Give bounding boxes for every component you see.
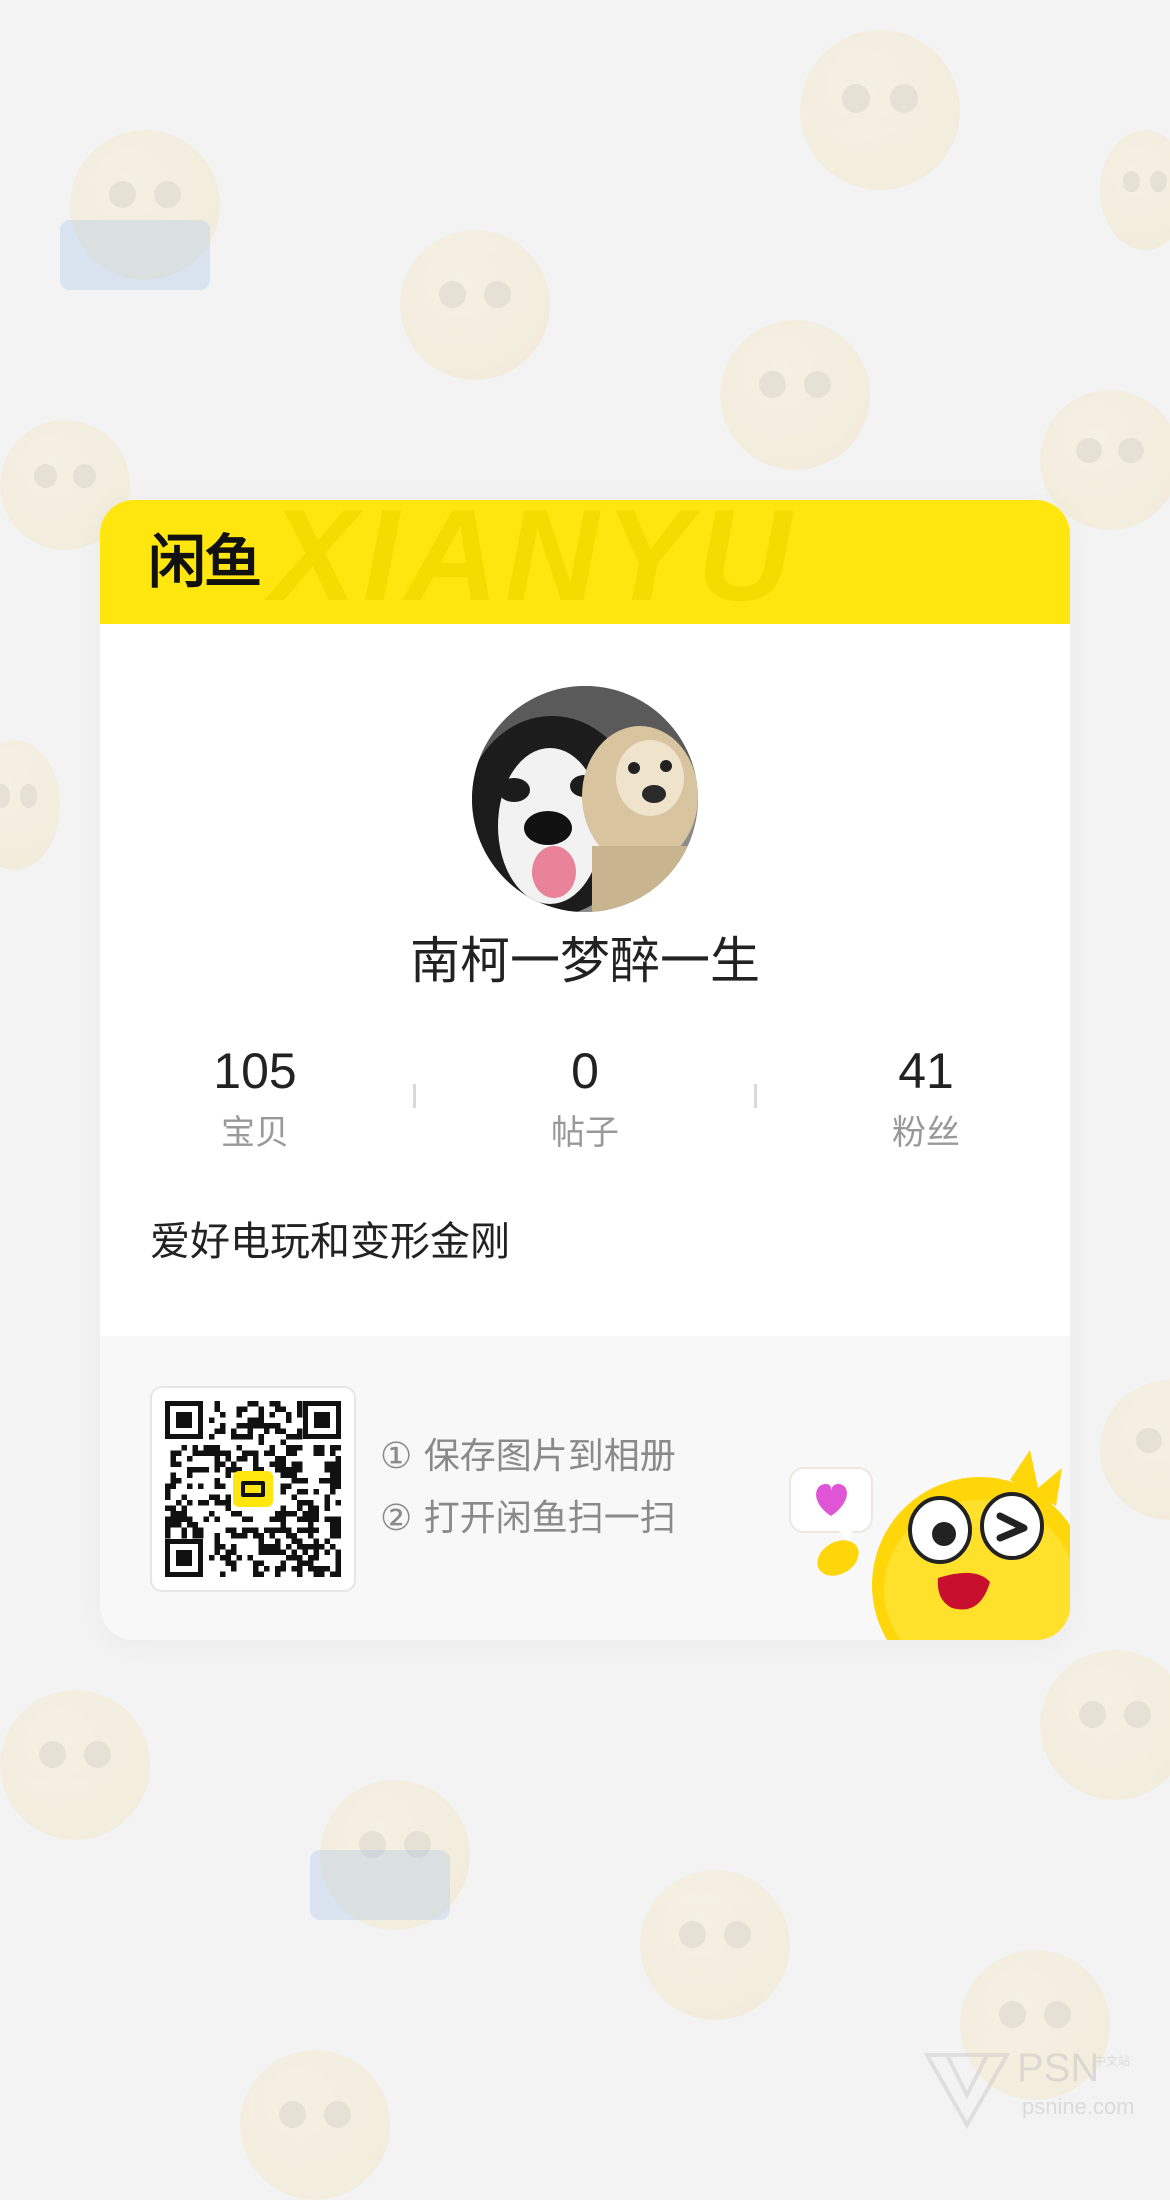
tag-sticker-icon	[310, 1850, 450, 1920]
emoji-face-icon	[800, 30, 960, 190]
scan-instructions: ① 保存图片到相册 ② 打开闲鱼扫一扫	[380, 1426, 676, 1550]
emoji-face-icon	[1100, 130, 1170, 250]
card-footer: ① 保存图片到相册 ② 打开闲鱼扫一扫	[100, 1336, 1070, 1640]
emoji-face-icon	[720, 320, 870, 470]
divider	[413, 1084, 416, 1108]
instruction-step-2: ② 打开闲鱼扫一扫	[380, 1498, 676, 1539]
dogs-avatar-icon	[472, 686, 698, 912]
emoji-face-icon	[1040, 1650, 1170, 1800]
stats-row: 105 宝贝 0 帖子 41 粉丝	[100, 1040, 1070, 1170]
stat-items-value: 105	[213, 1043, 297, 1099]
qr-code[interactable]	[150, 1386, 356, 1592]
emoji-face-icon	[400, 230, 550, 380]
emoji-face-icon	[640, 1870, 790, 2020]
stat-posts[interactable]: 0 帖子	[435, 1040, 735, 1158]
xianyu-logo: 闲鱼	[148, 528, 262, 596]
profile-share-card: XIANYU 闲鱼 南柯一梦醉一生 105 宝贝 0 帖子 41 粉丝 爱好电玩…	[100, 500, 1070, 1640]
stat-posts-label: 帖子	[551, 1113, 619, 1153]
avatar[interactable]	[472, 686, 698, 912]
divider	[754, 1084, 757, 1108]
stat-followers-label: 粉丝	[892, 1113, 960, 1153]
emoji-face-icon	[240, 2050, 390, 2200]
fish-mascot-icon	[789, 1450, 1070, 1640]
emoji-face-icon	[1100, 1380, 1170, 1520]
bio-text: 爱好电玩和变形金刚	[150, 1219, 510, 1265]
stat-items-label: 宝贝	[221, 1113, 289, 1153]
emoji-face-icon	[0, 740, 60, 870]
qr-code-icon	[165, 1401, 341, 1577]
brand-watermark: XIANYU	[270, 500, 798, 628]
instruction-step-1: ① 保存图片到相册	[380, 1436, 676, 1477]
stat-followers[interactable]: 41 粉丝	[776, 1040, 1070, 1158]
emoji-face-icon	[0, 1690, 150, 1840]
psn-url: psnine.com	[1022, 2094, 1135, 2119]
stat-posts-value: 0	[571, 1043, 599, 1099]
stat-items[interactable]: 105 宝贝	[105, 1040, 405, 1158]
stat-followers-value: 41	[898, 1043, 954, 1099]
psn-watermark: PSN 中文站 psnine.com	[922, 2040, 1152, 2130]
username: 南柯一梦醉一生	[410, 932, 760, 990]
psn-name: PSN	[1017, 2046, 1100, 2090]
tag-sticker-icon	[60, 220, 210, 290]
psn-logo-icon	[923, 2053, 1011, 2130]
psn-subtitle: 中文站	[1094, 2054, 1131, 2068]
card-header: XIANYU 闲鱼	[100, 500, 1070, 624]
